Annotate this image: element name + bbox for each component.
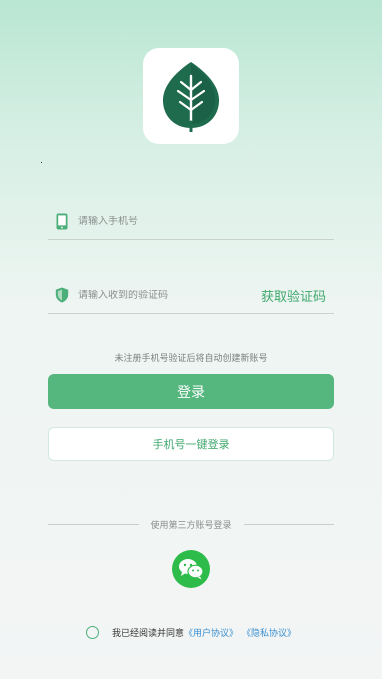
shield-icon [52,285,72,305]
agreement-checkbox[interactable] [86,625,99,639]
privacy-policy-link[interactable]: 《隐私协议》 [242,626,296,639]
registration-hint: 未注册手机号验证后将自动创建新账号 [114,354,268,364]
app-logo [143,48,239,144]
third-party-divider: 使用第三方账号登录 [48,517,335,531]
get-code-button[interactable]: 获取验证码 [261,286,326,305]
decorative-dot [41,162,42,163]
user-agreement-link[interactable]: 《用户协议》 [184,626,238,639]
verification-code-field[interactable]: 获取验证码 [48,277,334,314]
one-key-login-button[interactable]: 手机号一键登录 [48,427,334,461]
wechat-login-button[interactable] [172,550,210,588]
third-party-label: 使用第三方账号登录 [150,520,232,531]
verification-code-input[interactable] [78,289,261,301]
phone-icon [52,211,72,231]
login-button[interactable]: 登录 [48,374,334,409]
leaf-icon [162,62,220,132]
agreement-row: 我已经阅读并同意 《用户协议》 《隐私协议》 [86,624,296,640]
agreement-prefix: 我已经阅读并同意 [112,628,185,639]
wechat-icon [179,559,204,580]
divider-line-left [48,523,139,525]
divider-line-right [243,523,335,525]
phone-field[interactable] [48,203,334,240]
phone-input[interactable] [78,215,334,227]
